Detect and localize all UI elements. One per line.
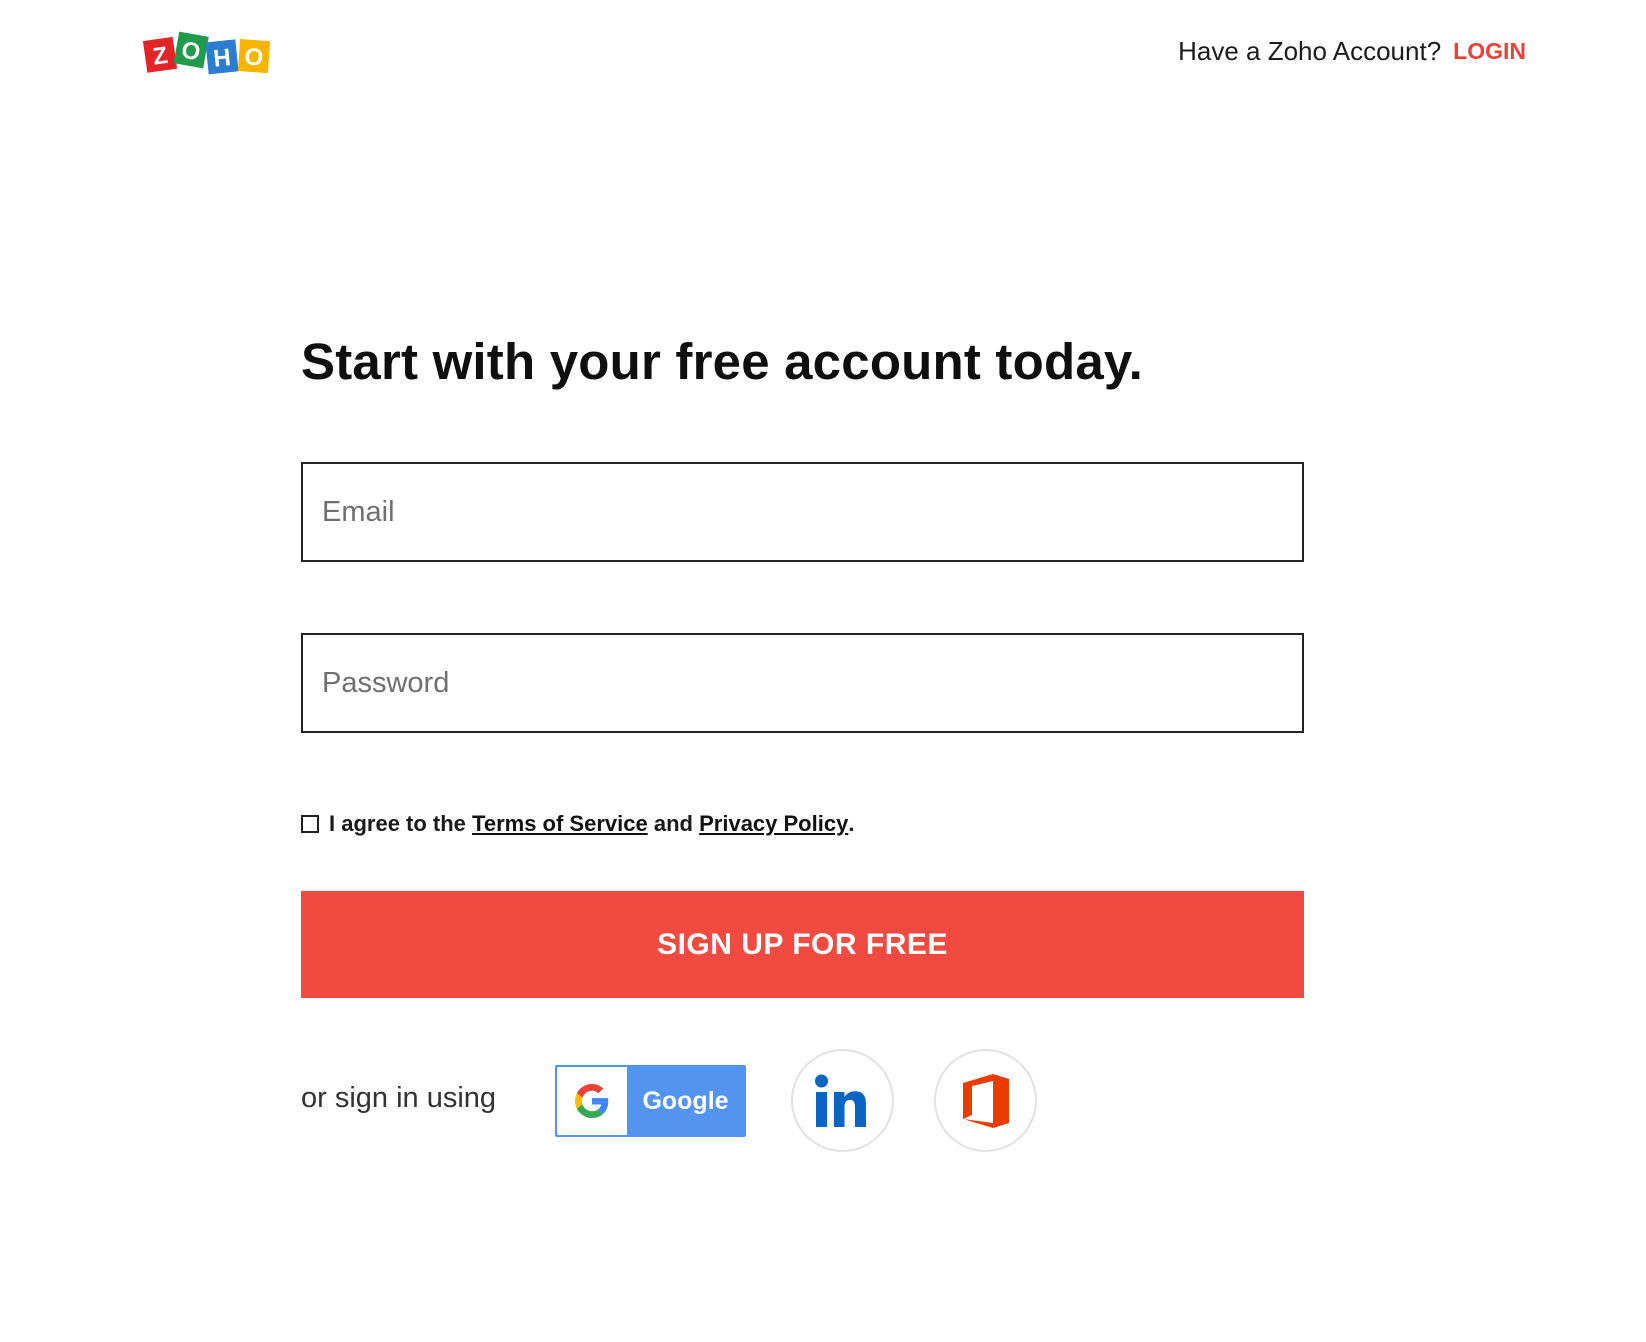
privacy-policy-link[interactable]: Privacy Policy [699, 811, 848, 837]
linkedin-icon [814, 1074, 866, 1127]
account-prompt-area: Have a Zoho Account? LOGIN [1178, 36, 1526, 67]
logo-letter-h: H [212, 44, 232, 73]
terms-checkbox[interactable] [301, 815, 319, 833]
linkedin-sign-in-button[interactable] [791, 1049, 894, 1152]
terms-agreement: I agree to the Terms of Service and Priv… [301, 811, 854, 837]
zoho-logo[interactable]: Z O H O [141, 29, 274, 77]
page-title: Start with your free account today. [301, 333, 1144, 390]
terms-of-service-link[interactable]: Terms of Service [472, 811, 648, 837]
login-link[interactable]: LOGIN [1453, 38, 1526, 65]
agree-prefix-text: I agree to the [329, 811, 466, 836]
logo-letter-o2: O [244, 43, 265, 71]
or-sign-in-text: or sign in using [301, 1082, 497, 1114]
office-icon [962, 1073, 1009, 1128]
google-label: Google [627, 1067, 744, 1135]
google-sign-in-button[interactable]: Google [555, 1065, 746, 1137]
office365-sign-in-button[interactable] [934, 1049, 1037, 1152]
account-prompt-text: Have a Zoho Account? [1178, 36, 1442, 66]
password-field[interactable] [301, 633, 1304, 733]
email-field[interactable] [301, 462, 1304, 562]
agree-and-text: and [653, 811, 693, 836]
google-g-icon [557, 1067, 627, 1135]
sign-up-button[interactable]: SIGN UP FOR FREE [301, 891, 1304, 998]
agree-period: . [848, 811, 855, 836]
